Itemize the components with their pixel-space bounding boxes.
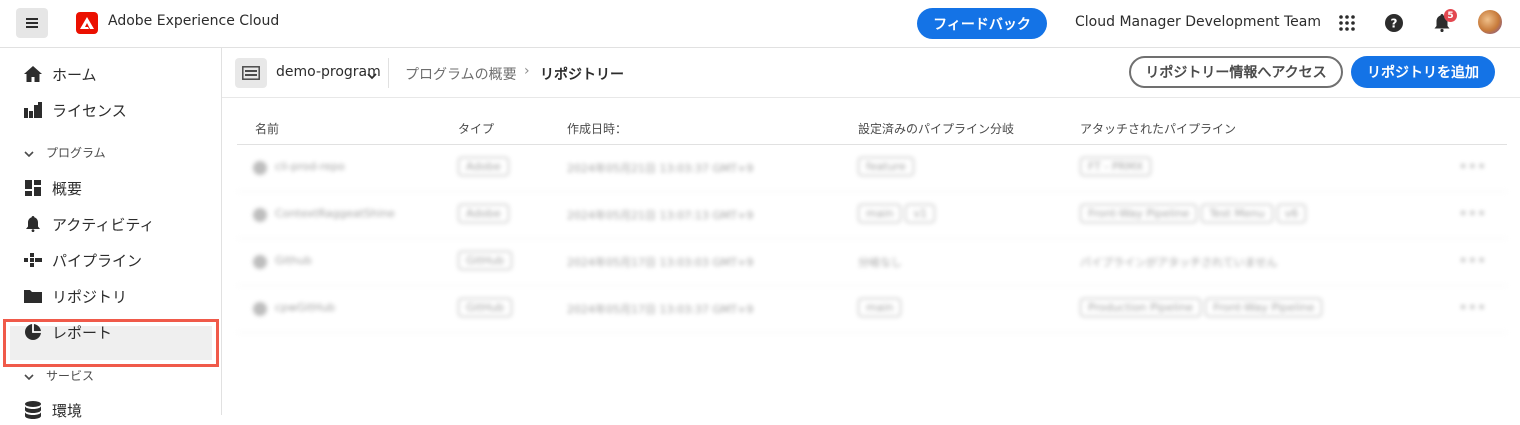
repo-pipelines: Front-Way Pipeline Test Menu v6 [1080,204,1310,223]
sidebar-item-home[interactable]: ホーム [24,59,97,89]
sidebar-item-label: ホーム [52,65,97,84]
more-actions-icon[interactable]: ••• [1459,253,1487,269]
column-header-name[interactable]: 名前 [255,120,279,137]
repo-name: cli-prod-repo [275,160,345,173]
pipeline-icon [24,251,42,269]
divider [388,58,389,88]
sidebar-item-overview[interactable]: 概要 [24,173,82,203]
section-label: サービス [46,369,95,383]
sidebar-item-label: アクティビティ [52,215,155,234]
chevron-down-icon [24,369,34,383]
repo-type: Adobe [458,157,513,176]
bell-icon [24,215,42,233]
sidebar-item-label: パイプライン [52,251,143,270]
help-icon[interactable]: ? [1383,12,1405,34]
folder-icon [24,287,42,305]
sidebar-item-activity[interactable]: アクティビティ [24,209,154,239]
column-header-created[interactable]: 作成日時： [567,120,627,137]
feedback-button[interactable]: フィードバック [917,8,1047,39]
page-title: リポジトリー [540,67,624,83]
access-repo-info-button[interactable]: リポジトリー情報へアクセス [1129,56,1343,88]
repo-created: 2024年05月17日 13:03:03 GMT+9 [567,256,754,269]
adobe-logo-icon[interactable] [76,12,98,34]
sidebar-item-license[interactable]: ライセンス [24,95,127,125]
more-actions-icon[interactable]: ••• [1459,300,1487,316]
more-actions-icon[interactable]: ••• [1459,159,1487,175]
program-icon[interactable] [235,58,267,88]
repo-pipelines: FT - PRMX [1080,157,1155,176]
breadcrumb-bar: demo-program プログラムの概要 › リポジトリー リポジトリー情報へ… [222,48,1520,98]
notification-badge: 5 [1444,9,1457,22]
repo-created: 2024年05月21日 13:07:13 GMT+9 [567,209,754,222]
sidebar-item-environments[interactable]: 環境 [24,395,82,425]
top-bar: Adobe Experience Cloud フィードバック Cloud Man… [0,0,1520,48]
repo-branches: main v1 [858,204,939,223]
repo-icon [253,161,267,175]
repo-name: cpwGitHub [275,301,336,314]
org-switcher[interactable]: Cloud Manager Development Team [1075,14,1321,30]
repo-branches: feature [858,157,918,176]
repo-created: 2024年05月17日 13:03:37 GMT+9 [567,303,754,316]
table-row[interactable]: ContextRaggeatShine Adobe 2024年05月21日 13… [237,192,1507,239]
breadcrumb-separator: › [524,63,530,79]
notifications-icon[interactable]: 5 [1431,9,1457,34]
program-selector[interactable]: demo-program [276,64,381,80]
breadcrumb-overview-link[interactable]: プログラムの概要 [405,64,517,84]
section-label: プログラム [46,146,106,160]
section-program[interactable]: プログラム [24,144,106,161]
repo-pipelines: Production Pipeline Front-Way Pipeline [1080,298,1326,317]
repo-icon [253,302,267,316]
column-header-type[interactable]: タイプ [458,120,494,137]
repo-icon [253,255,267,269]
repo-branches: main [858,298,905,317]
more-actions-icon[interactable]: ••• [1459,206,1487,222]
menu-icon[interactable] [16,8,48,38]
section-services[interactable]: サービス [24,367,94,384]
sidebar-item-label: 概要 [52,179,83,198]
column-header-branches[interactable]: 設定済みのパイプライン分岐 [858,120,1014,137]
repo-type: Adobe [458,204,513,223]
license-icon [24,101,42,119]
sidebar-item-label: レポート [52,323,113,342]
table-row[interactable]: cpwGitHub GitHub 2024年05月17日 13:03:37 GM… [237,286,1507,333]
brand-title[interactable]: Adobe Experience Cloud [108,13,279,29]
add-repository-button[interactable]: リポジトリを追加 [1351,56,1495,88]
chevron-down-icon[interactable] [367,65,377,84]
chevron-down-icon [24,146,34,160]
sidebar-item-reports[interactable]: レポート [24,317,112,347]
column-header-pipelines[interactable]: アタッチされたパイプライン [1080,120,1236,137]
sidebar-item-repositories[interactable]: リポジトリ [24,281,127,311]
sidebar-item-label: リポジトリ [52,287,128,306]
repo-branches: 分岐なし [858,256,902,269]
repo-created: 2024年05月21日 13:03:37 GMT+9 [567,162,754,175]
repo-type: GitHub [458,251,516,270]
repo-name: ContextRaggeatShine [275,207,395,220]
sidebar-item-pipelines[interactable]: パイプライン [24,245,142,275]
table-row[interactable]: Github GitHub 2024年05月17日 13:03:03 GMT+9… [237,239,1507,286]
report-icon [24,323,42,341]
repo-icon [253,208,267,222]
apps-grid-icon[interactable] [1336,12,1358,34]
sidebar-item-label: ライセンス [52,101,127,120]
repo-type: GitHub [458,298,516,317]
overview-icon [24,179,42,197]
home-icon [24,65,42,83]
user-avatar[interactable] [1478,10,1502,34]
sidebar-item-label: 環境 [52,401,83,420]
repo-pipelines: パイプラインがアタッチされていません [1080,256,1278,269]
sidebar: ホーム ライセンス プログラム 概要 アクティビティ パイプライン リポジトリ … [0,48,222,420]
svg-text:?: ? [1391,17,1398,31]
repo-name: Github [275,254,312,267]
table-row[interactable]: cli-prod-repo Adobe 2024年05月21日 13:03:37… [237,145,1507,192]
database-icon [24,401,42,419]
